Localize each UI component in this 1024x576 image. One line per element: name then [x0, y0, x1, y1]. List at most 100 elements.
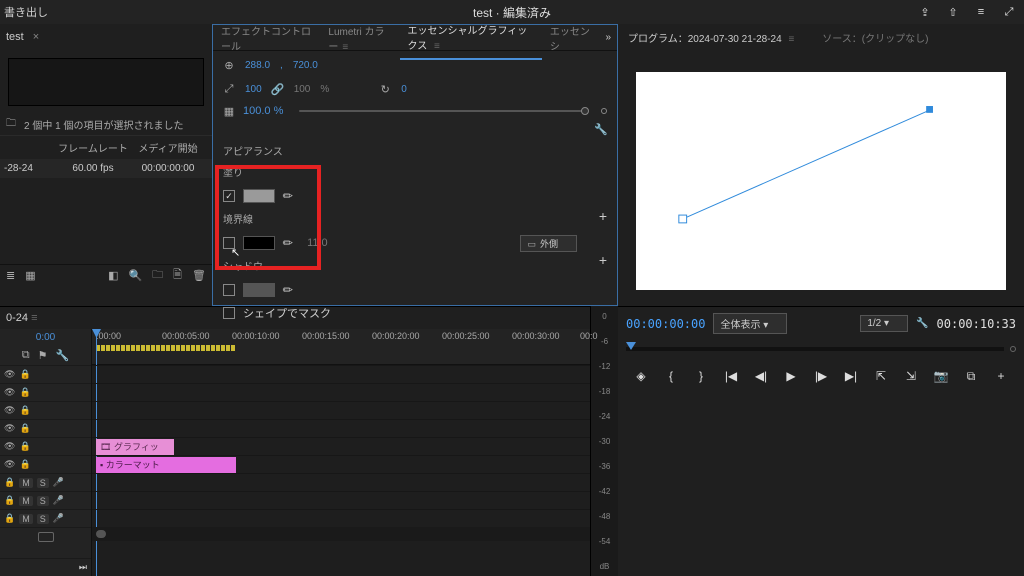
panel-overflow-icon[interactable]: » [599, 32, 617, 43]
timeline-timecode[interactable]: 0:00 [0, 329, 91, 345]
solo-button[interactable]: S [37, 496, 49, 506]
fullscreen-icon[interactable]: ⤢ [1002, 5, 1016, 19]
fill-checkbox[interactable] [223, 190, 235, 202]
lock-icon[interactable]: 🔒 [19, 387, 30, 398]
tab-effect-controls[interactable]: エフェクトコントロール [213, 17, 320, 59]
mute-button[interactable]: M [19, 496, 33, 506]
sequence-tab[interactable]: 0-24 ≡ [6, 312, 38, 324]
col-media-start[interactable]: メディア開始 [128, 140, 208, 155]
source-tab[interactable]: ソース：(クリップなし) [822, 30, 928, 45]
lock-icon[interactable]: 🔒 [4, 477, 15, 488]
step-forward-button[interactable]: |▶ [813, 368, 829, 384]
pos-y[interactable]: 720.0 [293, 60, 318, 71]
lock-icon[interactable]: 🔒 [4, 513, 15, 524]
quick-export-icon[interactable]: ⇪ [918, 5, 932, 19]
step-back-button[interactable]: ◀| [753, 368, 769, 384]
col-framerate[interactable]: フレームレート [58, 140, 128, 155]
eye-icon[interactable]: 👁 [4, 459, 15, 470]
program-scrubber[interactable] [626, 347, 1004, 351]
lock-icon[interactable]: 🔒 [19, 405, 30, 416]
pos-x[interactable]: 288.0 [245, 60, 270, 71]
zoom-fit-select[interactable]: 全体表示 ▾ [713, 313, 787, 334]
mark-in-button[interactable]: { [663, 368, 679, 384]
clip-color-matte[interactable]: ▪ カラーマット [96, 457, 236, 473]
workspace-menu-icon[interactable]: ≡ [974, 5, 988, 19]
button-editor-icon[interactable]: + [993, 368, 1009, 384]
eye-icon[interactable]: 👁 [4, 441, 15, 452]
program-canvas[interactable] [636, 72, 1006, 290]
eyedropper-icon[interactable]: ✎ [280, 234, 297, 251]
eye-icon[interactable]: 👁 [4, 423, 15, 434]
eyedropper-icon[interactable]: ✎ [280, 281, 297, 298]
program-timecode-in[interactable]: 00:00:00:00 [626, 317, 705, 331]
fill-swatch[interactable] [243, 189, 275, 203]
go-to-out-button[interactable]: ▶| [843, 368, 859, 384]
mark-out-button[interactable]: } [693, 368, 709, 384]
mic-icon[interactable]: 🎤 [53, 477, 64, 488]
project-preview[interactable] [8, 58, 204, 106]
go-to-in-button[interactable]: |◀ [723, 368, 739, 384]
share-icon[interactable]: ⇧ [946, 5, 960, 19]
stroke-width[interactable]: 11.0 [307, 237, 328, 249]
add-stroke-button[interactable]: + [599, 252, 607, 268]
project-tab[interactable]: test × [6, 31, 39, 43]
solo-button[interactable]: S [37, 514, 49, 524]
step-forward-icon[interactable]: ⏭ [79, 562, 87, 573]
close-icon[interactable]: × [30, 31, 39, 43]
search-icon[interactable]: 🔍 [128, 269, 142, 282]
play-button[interactable]: ▶ [783, 368, 799, 384]
eye-icon[interactable]: 👁 [4, 369, 15, 380]
new-item-icon[interactable]: 🗎 [173, 266, 182, 285]
scrub-end-handle[interactable] [1010, 346, 1016, 352]
mic-icon[interactable]: 🎤 [53, 495, 64, 506]
mute-button[interactable]: M [19, 478, 33, 488]
stroke-checkbox[interactable] [223, 237, 235, 249]
timeline-scrollbar[interactable] [92, 527, 590, 541]
icon-view-icon[interactable]: ▦ [25, 269, 35, 282]
lock-icon[interactable]: 🔒 [4, 495, 15, 506]
stroke-swatch[interactable] [243, 236, 275, 250]
eyedropper-icon[interactable]: ✎ [280, 187, 297, 204]
lock-icon[interactable]: 🔒 [19, 441, 30, 452]
timeline-tracks[interactable]: :00:00 00:00:05:00 00:00:10:00 00:00:15:… [92, 329, 590, 576]
eye-icon[interactable]: 👁 [4, 405, 15, 416]
trash-icon[interactable]: 🗑 [192, 269, 206, 282]
lock-icon[interactable]: 🔒 [19, 423, 30, 434]
eye-icon[interactable]: 👁 [4, 387, 15, 398]
clip-graphic[interactable]: 🎞 グラフィッ [96, 439, 174, 455]
lock-icon[interactable]: 🔒 [19, 459, 30, 470]
mask-checkbox[interactable] [223, 307, 235, 319]
mic-icon[interactable]: 🎤 [53, 513, 64, 524]
list-view-icon[interactable]: ≣ [6, 269, 15, 282]
export-frame-button[interactable]: 📷 [933, 368, 949, 384]
time-ruler[interactable]: :00:00 00:00:05:00 00:00:10:00 00:00:15:… [92, 329, 590, 365]
resolution-select[interactable]: 1/2 ▾ [860, 315, 908, 332]
program-tab[interactable]: プログラム：2024-07-30 21-28-24 ≡ [624, 26, 798, 49]
project-row[interactable]: -28-24 60.00 fps 00:00:00:00 [0, 159, 212, 178]
tab-essential-sound[interactable]: エッセンシ [542, 17, 600, 59]
tab-essential-graphics[interactable]: エッセンシャルグラフィックス ≡ [400, 16, 542, 60]
wrench-icon[interactable]: 🔧 [56, 349, 70, 362]
solo-button[interactable]: S [37, 478, 49, 488]
new-bin-icon[interactable]: 🗀 [152, 266, 163, 285]
scale-value[interactable]: 100 [245, 84, 262, 95]
stroke-style-select[interactable]: ▭外側 [520, 235, 577, 252]
snap-icon[interactable]: ⧉ [22, 349, 30, 362]
tab-lumetri[interactable]: Lumetri カラー≡ [320, 17, 399, 59]
add-marker-button[interactable]: ◈ [633, 368, 649, 384]
mute-button[interactable]: M [19, 514, 33, 524]
extract-button[interactable]: ⇲ [903, 368, 919, 384]
settings-icon[interactable]: 🔧 [916, 318, 928, 329]
marker-icon[interactable]: ⚑ [38, 349, 48, 362]
lock-icon[interactable]: 🔒 [19, 369, 30, 380]
rotation-value[interactable]: 0 [401, 84, 407, 95]
lift-button[interactable]: ⇱ [873, 368, 889, 384]
workspace-tab-export[interactable]: 書き出し [4, 4, 48, 20]
add-fill-button[interactable]: + [599, 208, 607, 224]
opacity-slider[interactable] [299, 110, 585, 112]
compare-button[interactable]: ⧉ [963, 368, 979, 384]
keyframe-toggle[interactable] [601, 108, 607, 114]
shadow-swatch[interactable] [243, 283, 275, 297]
opacity-value[interactable]: 100.0 % [243, 105, 283, 117]
freeform-icon[interactable]: ◧ [108, 269, 118, 282]
